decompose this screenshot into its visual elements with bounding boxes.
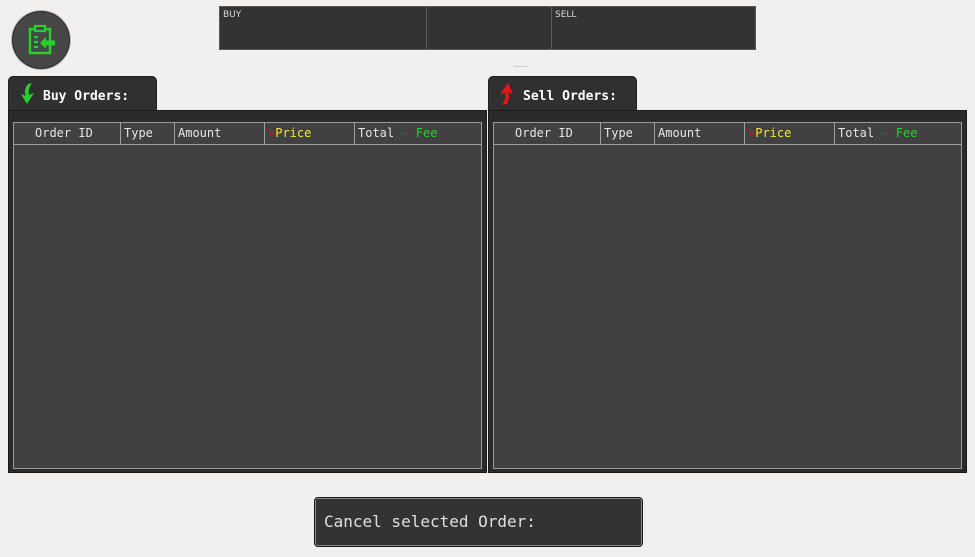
- ticker-sell-cell: SELL: [552, 7, 755, 49]
- ticker-sell-label: SELL: [555, 10, 577, 20]
- column-amount[interactable]: Amount: [174, 123, 221, 144]
- ticker-buy-cell: BUY: [220, 7, 427, 49]
- ticker-buy-label: BUY: [223, 10, 242, 20]
- column-total-fee[interactable]: Total – Fee: [834, 123, 918, 144]
- sell-orders-panel: Order ID Type Amount ¤Price Total – Fee: [488, 110, 967, 473]
- cancel-order-label: Cancel selected Order:: [324, 512, 536, 531]
- sell-orders-table[interactable]: Order ID Type Amount ¤Price Total – Fee: [493, 122, 962, 469]
- table-header: Order ID Type Amount ¤Price Total – Fee: [14, 123, 481, 145]
- column-type[interactable]: Type: [120, 123, 153, 144]
- divider: [514, 66, 528, 67]
- ticker-middle-cell: [427, 7, 552, 49]
- market-ticker: BUY SELL: [219, 6, 756, 50]
- column-order-id[interactable]: Order ID: [35, 123, 93, 144]
- red-up-arrow-icon: [496, 82, 518, 110]
- tab-sell-orders[interactable]: Sell Orders:: [488, 76, 637, 111]
- column-total-fee[interactable]: Total – Fee: [354, 123, 438, 144]
- buy-orders-table[interactable]: Order ID Type Amount ¤Price Total – Fee: [13, 122, 482, 469]
- tab-buy-orders[interactable]: Buy Orders:: [8, 76, 157, 111]
- app-logo-button[interactable]: [12, 11, 70, 69]
- column-price[interactable]: ¤Price: [264, 123, 311, 144]
- column-order-id[interactable]: Order ID: [515, 123, 573, 144]
- column-price[interactable]: ¤Price: [744, 123, 791, 144]
- buy-orders-title: Buy Orders:: [43, 89, 130, 104]
- buy-orders-panel: Order ID Type Amount ¤Price Total – Fee: [8, 110, 487, 473]
- table-header: Order ID Type Amount ¤Price Total – Fee: [494, 123, 961, 145]
- green-down-arrow-icon: [16, 82, 38, 110]
- column-amount[interactable]: Amount: [654, 123, 701, 144]
- column-type[interactable]: Type: [600, 123, 633, 144]
- sell-orders-title: Sell Orders:: [523, 89, 617, 104]
- clipboard-arrow-icon: [28, 24, 55, 55]
- cancel-order-button[interactable]: Cancel selected Order:: [314, 497, 643, 547]
